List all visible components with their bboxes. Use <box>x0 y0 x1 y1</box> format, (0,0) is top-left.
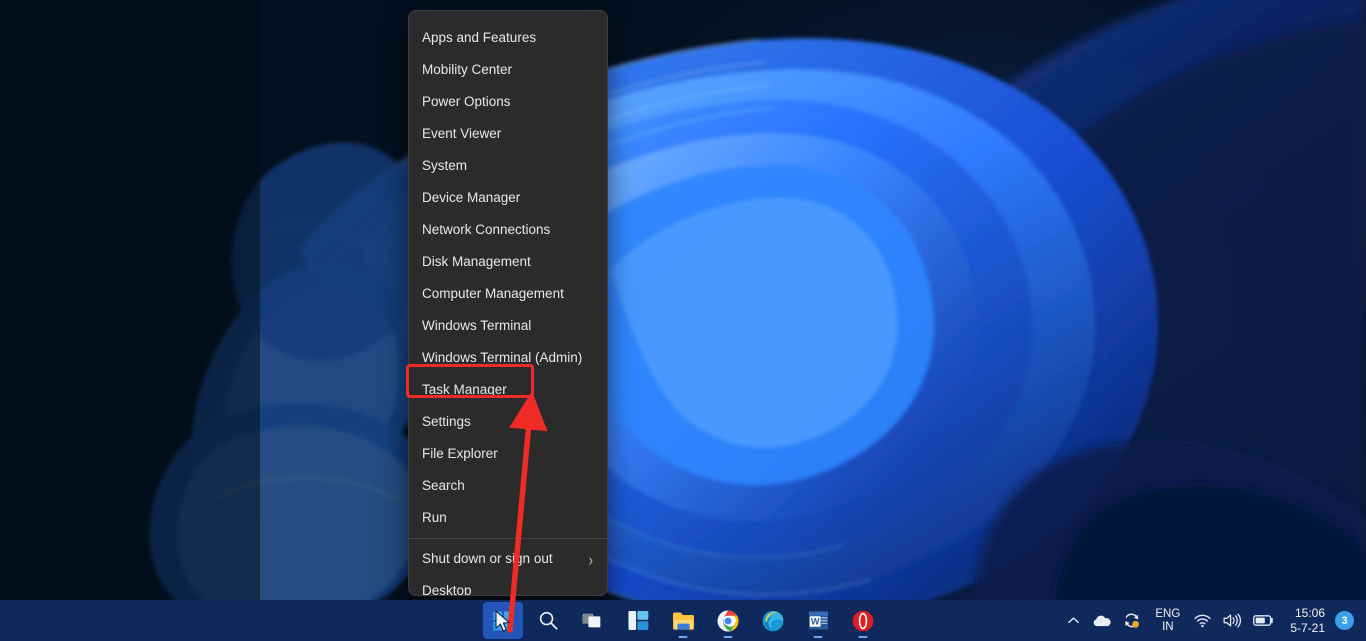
task-view-icon <box>582 613 601 627</box>
onedrive-tray-button[interactable] <box>1086 602 1117 639</box>
menu-separator <box>409 538 607 539</box>
volume-tray-button[interactable] <box>1217 602 1247 639</box>
chrome-icon <box>717 610 739 631</box>
widgets-button[interactable] <box>618 602 658 639</box>
onedrive-cloud-icon <box>1094 615 1111 626</box>
menu-item-system[interactable]: System <box>409 150 607 182</box>
menu-item-search[interactable]: Search <box>409 470 607 502</box>
windows-logo-icon <box>493 611 513 630</box>
notification-badge[interactable]: 3 <box>1335 611 1354 630</box>
battery-tray-button[interactable] <box>1247 602 1280 639</box>
windows-update-icon <box>1125 613 1140 628</box>
menu-item-label: System <box>422 158 468 173</box>
taskbar[interactable]: W ENG IN 15:06 5-7-21 3 <box>0 600 1366 641</box>
system-tray[interactable]: ENG IN 15:06 5-7-21 3 <box>1061 600 1360 641</box>
menu-item-shut-down-or-sign-out[interactable]: Shut down or sign out › <box>409 543 607 575</box>
svg-text:W: W <box>810 617 819 627</box>
win-x-context-menu[interactable]: Apps and Features Mobility Center Power Op… <box>408 10 608 596</box>
wifi-icon <box>1194 614 1211 627</box>
menu-item-mobility-center[interactable]: Mobility Center <box>409 54 607 86</box>
search-button[interactable] <box>528 602 568 639</box>
menu-item-run[interactable]: Run <box>409 502 607 534</box>
menu-item-power-options[interactable]: Power Options <box>409 86 607 118</box>
menu-item-label: Run <box>422 510 447 525</box>
opera-button[interactable] <box>843 602 883 639</box>
menu-top-padding <box>409 11 607 22</box>
menu-item-label: Search <box>422 478 465 493</box>
language-line-2: IN <box>1162 620 1174 633</box>
menu-item-network-connections[interactable]: Network Connections <box>409 214 607 246</box>
opera-icon <box>852 610 874 631</box>
menu-item-windows-terminal-admin[interactable]: Windows Terminal (Admin) <box>409 342 607 374</box>
chevron-right-icon: › <box>588 548 593 570</box>
menu-item-apps-and-features[interactable]: Apps and Features <box>409 22 607 54</box>
search-icon <box>539 611 558 630</box>
speaker-icon <box>1223 613 1242 628</box>
menu-item-label: Event Viewer <box>422 126 502 141</box>
menu-item-computer-management[interactable]: Computer Management <box>409 278 607 310</box>
clock-button[interactable]: 15:06 5-7-21 <box>1280 602 1333 639</box>
language-line-1: ENG <box>1155 607 1181 620</box>
menu-item-label: Desktop <box>422 583 472 596</box>
menu-item-event-viewer[interactable]: Event Viewer <box>409 118 607 150</box>
network-tray-button[interactable] <box>1188 602 1217 639</box>
menu-item-settings[interactable]: Settings <box>409 406 607 438</box>
menu-item-label: Apps and Features <box>422 30 537 45</box>
running-indicator-dot <box>723 635 733 638</box>
menu-item-label: Windows Terminal <box>422 318 532 333</box>
word-icon: W <box>808 611 828 630</box>
windows-update-tray-button[interactable] <box>1117 602 1147 639</box>
menu-item-desktop[interactable]: Desktop <box>409 575 607 596</box>
menu-item-label: Shut down or sign out <box>422 551 553 566</box>
menu-item-list: Apps and Features Mobility Center Power Op… <box>409 22 607 534</box>
menu-item-label: Network Connections <box>422 222 551 237</box>
word-button[interactable]: W <box>798 602 838 639</box>
battery-icon <box>1253 615 1274 626</box>
menu-item-label: Task Manager <box>422 382 507 397</box>
chrome-button[interactable] <box>708 602 748 639</box>
running-indicator-dot <box>678 635 688 638</box>
clock-time: 15:06 <box>1294 605 1325 620</box>
widgets-icon <box>627 610 648 631</box>
menu-item-device-manager[interactable]: Device Manager <box>409 182 607 214</box>
running-indicator-dot <box>858 635 868 638</box>
menu-item-disk-management[interactable]: Disk Management <box>409 246 607 278</box>
desktop-wallpaper[interactable] <box>0 0 1366 641</box>
menu-item-label: Computer Management <box>422 286 564 301</box>
show-hidden-icons-button[interactable] <box>1061 602 1086 639</box>
menu-item-label: Settings <box>422 414 471 429</box>
chevron-up-icon <box>1068 617 1080 624</box>
file-explorer-folder-icon <box>672 612 694 630</box>
menu-item-label: Mobility Center <box>422 62 513 77</box>
file-explorer-button[interactable] <box>663 602 703 639</box>
menu-item-label: Disk Management <box>422 254 531 269</box>
running-indicator-dot <box>813 635 823 638</box>
wallpaper-bloom-graphic <box>0 0 1366 641</box>
menu-item-label: Windows Terminal (Admin) <box>422 350 583 365</box>
menu-item-file-explorer[interactable]: File Explorer <box>409 438 607 470</box>
menu-item-windows-terminal[interactable]: Windows Terminal <box>409 310 607 342</box>
edge-icon <box>762 610 784 631</box>
menu-item-label: Power Options <box>422 94 511 109</box>
edge-button[interactable] <box>753 602 793 639</box>
menu-item-list-secondary: Shut down or sign out › Desktop <box>409 543 607 596</box>
menu-item-label: File Explorer <box>422 446 498 461</box>
menu-item-task-manager[interactable]: Task Manager <box>409 374 607 406</box>
start-button[interactable] <box>483 602 523 639</box>
language-indicator[interactable]: ENG IN <box>1147 602 1188 639</box>
clock-date: 5-7-21 <box>1290 620 1325 635</box>
menu-item-label: Device Manager <box>422 190 521 205</box>
task-view-button[interactable] <box>573 602 613 639</box>
